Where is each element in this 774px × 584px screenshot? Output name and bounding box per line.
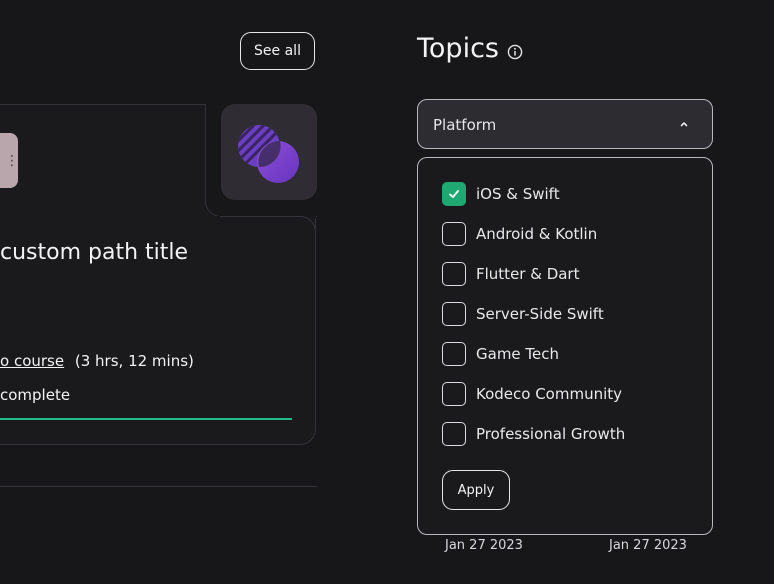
topics-heading: Topics bbox=[417, 33, 499, 64]
topic-option-label: Game Tech bbox=[476, 345, 560, 363]
topic-checkbox[interactable] bbox=[442, 382, 466, 406]
info-icon[interactable] bbox=[507, 44, 523, 60]
topic-option-label: Android & Kotlin bbox=[476, 225, 598, 243]
topic-checkbox[interactable] bbox=[442, 262, 466, 286]
topic-option[interactable]: Flutter & Dart bbox=[442, 262, 579, 286]
card-menu-button[interactable]: ⋮ bbox=[0, 133, 19, 188]
topic-option-label: Server-Side Swift bbox=[476, 305, 604, 323]
see-all-button[interactable]: See all bbox=[240, 32, 315, 70]
topic-option-label: Kodeco Community bbox=[476, 385, 623, 403]
topic-option[interactable]: Game Tech bbox=[442, 342, 559, 366]
progress-label: complete bbox=[0, 386, 71, 404]
apply-button[interactable]: Apply bbox=[442, 470, 510, 510]
section-divider bbox=[0, 486, 317, 487]
topic-option[interactable]: Android & Kotlin bbox=[442, 222, 597, 246]
course-row: o course (3 hrs, 12 mins) bbox=[0, 352, 194, 370]
course-duration: (3 hrs, 12 mins) bbox=[74, 352, 194, 370]
platform-select-value: Platform bbox=[433, 116, 497, 134]
path-logo bbox=[221, 104, 317, 200]
topic-option-label: Professional Growth bbox=[476, 425, 626, 443]
date-label: Jan 27 2023 bbox=[609, 538, 687, 553]
overlapping-circles-icon bbox=[238, 125, 299, 183]
card-title: custom path title bbox=[0, 240, 189, 265]
checkmark-icon bbox=[449, 190, 459, 198]
chevron-up-icon[interactable] bbox=[677, 117, 691, 131]
date-label: Jan 27 2023 bbox=[445, 538, 523, 553]
topic-option[interactable]: iOS & Swift bbox=[442, 182, 560, 206]
topic-option[interactable]: Server-Side Swift bbox=[442, 302, 604, 326]
card-notch-border bbox=[220, 216, 316, 232]
progress-fill bbox=[0, 418, 292, 420]
topic-checkbox[interactable] bbox=[442, 422, 466, 446]
topic-checkbox[interactable] bbox=[442, 342, 466, 366]
topic-checkbox[interactable] bbox=[442, 302, 466, 326]
course-link[interactable]: o course bbox=[0, 352, 64, 370]
topic-checkbox[interactable] bbox=[442, 222, 466, 246]
more-vertical-icon: ⋮ bbox=[5, 152, 19, 169]
topic-checkbox[interactable] bbox=[442, 182, 466, 206]
topic-option[interactable]: Professional Growth bbox=[442, 422, 625, 446]
topic-option[interactable]: Kodeco Community bbox=[442, 382, 622, 406]
topic-option-label: Flutter & Dart bbox=[476, 265, 580, 283]
topic-option-label: iOS & Swift bbox=[476, 185, 560, 203]
